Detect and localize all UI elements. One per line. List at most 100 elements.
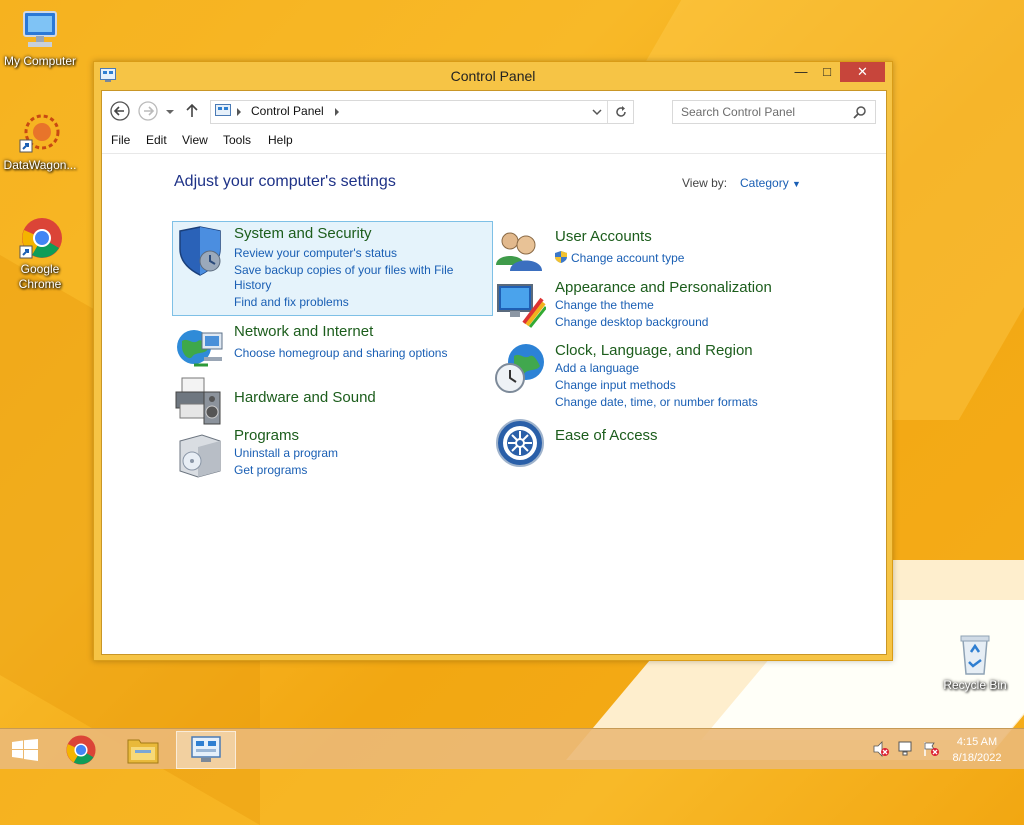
control-panel-window: Control Panel — □ ✕ Control Panel Search… — [93, 61, 893, 661]
folder-icon — [127, 739, 159, 764]
chrome-icon — [18, 216, 62, 260]
ease-of-access-icon — [494, 417, 546, 469]
link-change-date-time-formats[interactable]: Change date, time, or number formats — [555, 395, 758, 410]
link-change-input-methods[interactable]: Change input methods — [555, 378, 676, 393]
link-find-fix-problems[interactable]: Find and fix problems — [234, 295, 349, 310]
network-icon[interactable] — [897, 741, 915, 757]
category-network-internet[interactable]: Network and Internet Choose homegroup an… — [174, 323, 474, 373]
link-save-backup-cont[interactable]: History — [234, 278, 271, 293]
printer-speaker-icon — [174, 374, 226, 426]
menu-bar: File Edit View Tools Help — [102, 131, 886, 154]
menu-edit[interactable]: Edit — [146, 133, 167, 147]
minimize-button[interactable]: — — [788, 62, 814, 82]
menu-help[interactable]: Help — [268, 133, 293, 147]
search-box[interactable]: Search Control Panel — [672, 100, 876, 124]
navigation-bar: Control Panel Search Control Panel — [102, 91, 886, 131]
link-get-programs[interactable]: Get programs — [234, 463, 307, 478]
category-title[interactable]: Hardware and Sound — [234, 389, 376, 406]
desktop-icon-label: Recycle Bin — [943, 678, 1007, 692]
category-title[interactable]: Appearance and Personalization — [555, 279, 772, 296]
desktop-icon-google-chrome[interactable]: Google Chrome — [0, 216, 80, 292]
my-computer-icon — [18, 8, 62, 52]
category-title[interactable]: Clock, Language, and Region — [555, 342, 753, 359]
back-arrow-icon — [110, 101, 130, 121]
globe-clock-icon — [494, 342, 546, 394]
chrome-icon — [66, 735, 96, 765]
category-title[interactable]: System and Security — [234, 225, 372, 242]
category-title[interactable]: Programs — [234, 427, 299, 444]
users-icon — [494, 225, 546, 277]
taskbar-file-explorer[interactable] — [114, 731, 172, 767]
taskbar-chrome[interactable] — [52, 731, 110, 767]
desktop-icon-label: Google Chrome — [18, 262, 62, 291]
taskbar: 4:15 AM 8/18/2022 — [0, 728, 1024, 769]
forward-arrow-icon — [138, 101, 158, 121]
category-title[interactable]: Network and Internet — [234, 323, 373, 340]
category-system-security[interactable]: System and Security Review your computer… — [174, 225, 474, 315]
up-button[interactable] — [184, 101, 200, 121]
windows-logo-icon — [12, 739, 38, 761]
forward-button[interactable] — [138, 101, 158, 121]
breadcrumb-separator-icon — [335, 108, 339, 116]
view-by-label: View by: — [682, 176, 728, 190]
system-clock[interactable]: 4:15 AM 8/18/2022 — [942, 734, 1012, 766]
recent-locations-button[interactable] — [164, 101, 176, 121]
desktop-icon-label: DataWagon... — [3, 158, 77, 172]
category-clock-language-region[interactable]: Clock, Language, and Region Add a langua… — [494, 342, 794, 412]
category-user-accounts[interactable]: User Accounts Change account type — [494, 225, 794, 275]
volume-muted-icon[interactable] — [872, 741, 890, 757]
chevron-down-icon — [166, 110, 174, 114]
link-change-theme[interactable]: Change the theme — [555, 298, 654, 313]
start-button[interactable] — [0, 731, 58, 767]
desktop-icon-my-computer[interactable]: My Computer — [0, 8, 80, 69]
menu-file[interactable]: File — [111, 133, 130, 147]
action-center-flag-icon[interactable] — [922, 741, 940, 757]
clock-time: 4:15 AM — [956, 736, 998, 748]
category-programs[interactable]: Programs Uninstall a program Get program… — [174, 427, 474, 479]
view-by-dropdown[interactable]: Category ▼ — [740, 176, 801, 190]
desktop-icon-recycle-bin[interactable]: Recycle Bin — [935, 632, 1015, 693]
breadcrumb-control-panel[interactable]: Control Panel — [251, 104, 324, 118]
link-save-backup[interactable]: Save backup copies of your files with Fi… — [234, 263, 453, 278]
close-button[interactable]: ✕ — [840, 62, 885, 82]
control-panel-icon — [191, 736, 221, 762]
search-input[interactable]: Search Control Panel — [681, 105, 795, 119]
category-hardware-sound[interactable]: Hardware and Sound — [174, 374, 474, 426]
maximize-button[interactable]: □ — [814, 62, 840, 82]
link-change-account-type[interactable]: Change account type — [571, 251, 684, 266]
category-title[interactable]: Ease of Access — [555, 427, 658, 444]
address-bar[interactable]: Control Panel — [210, 100, 634, 124]
window-client-area: Control Panel Search Control Panel File … — [101, 90, 887, 655]
menu-view[interactable]: View — [182, 133, 208, 147]
shield-icon — [174, 225, 226, 277]
link-homegroup-sharing[interactable]: Choose homegroup and sharing options — [234, 346, 447, 361]
programs-box-icon — [174, 427, 226, 479]
category-ease-of-access[interactable]: Ease of Access — [494, 417, 794, 469]
uac-shield-icon — [555, 251, 567, 263]
control-panel-icon — [215, 104, 231, 116]
datawagon-shortcut-icon — [18, 112, 62, 156]
taskbar-control-panel[interactable] — [176, 731, 236, 769]
back-button[interactable] — [110, 101, 130, 121]
address-dropdown-icon — [592, 109, 602, 116]
link-change-desktop-background[interactable]: Change desktop background — [555, 315, 708, 330]
search-icon — [853, 106, 866, 119]
link-add-language[interactable]: Add a language — [555, 361, 639, 376]
appearance-monitor-icon — [494, 279, 548, 331]
view-by-value: Category — [740, 176, 789, 190]
category-appearance[interactable]: Appearance and Personalization Change th… — [494, 279, 794, 329]
desktop-icon-datawagon[interactable]: DataWagon... — [0, 112, 80, 173]
category-title[interactable]: User Accounts — [555, 228, 652, 245]
window-title: Control Panel — [450, 68, 536, 84]
title-bar[interactable]: Control Panel — □ ✕ — [94, 62, 892, 90]
breadcrumb-separator-icon — [237, 108, 241, 116]
desktop-icon-label: My Computer — [3, 54, 77, 68]
network-globe-icon — [174, 323, 226, 375]
menu-tools[interactable]: Tools — [223, 133, 251, 147]
refresh-icon — [616, 106, 626, 117]
page-title: Adjust your computer's settings — [174, 173, 396, 190]
link-uninstall-program[interactable]: Uninstall a program — [234, 446, 338, 461]
up-arrow-icon — [186, 103, 198, 117]
link-review-status[interactable]: Review your computer's status — [234, 246, 397, 261]
recycle-bin-icon — [953, 632, 997, 676]
